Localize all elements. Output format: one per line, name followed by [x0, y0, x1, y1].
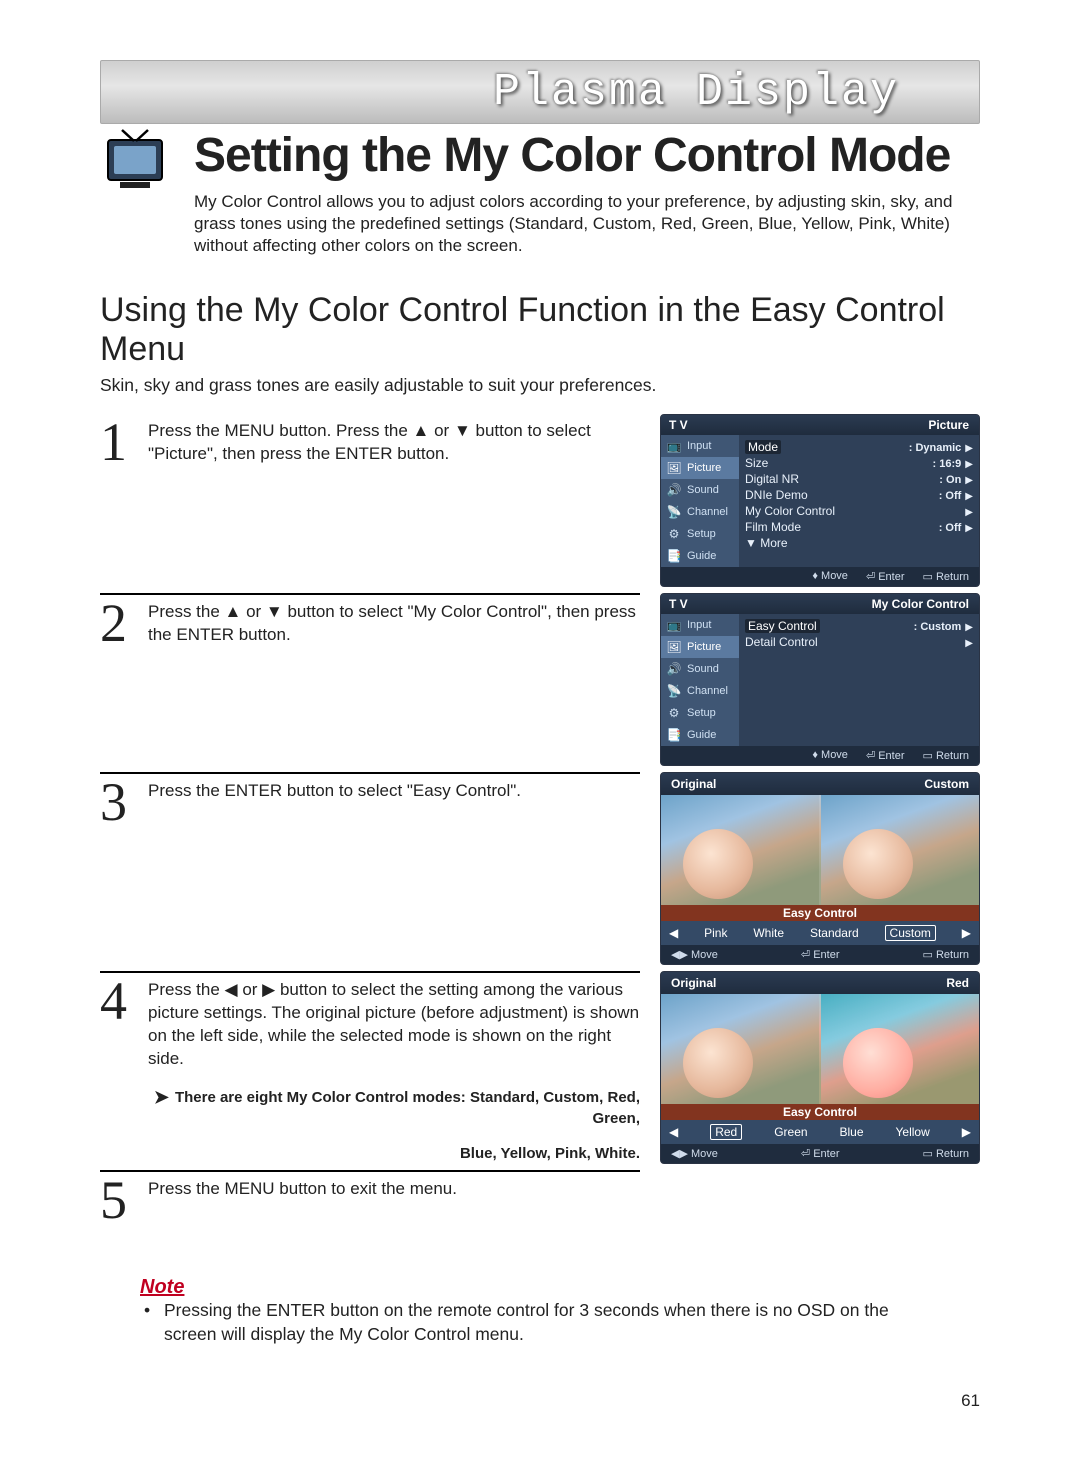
preview-adjusted-image — [819, 994, 979, 1104]
step3-number: 3 — [100, 778, 138, 827]
note-heading: Note — [140, 1276, 980, 1299]
arrow-right-icon: ▶ — [962, 1125, 971, 1139]
osd1-title: Picture — [928, 418, 969, 432]
pv4-bar-title: Easy Control — [661, 1104, 979, 1120]
preview-original-image — [661, 795, 819, 905]
step1-text: Press the MENU button. Press the ▲ or ▼ … — [148, 418, 640, 466]
osd2-left-nav: 📺Input 🖼Picture 🔊Sound 📡Channel ⚙Setup 📑… — [661, 614, 739, 746]
setup-icon: ⚙ — [665, 705, 683, 721]
page-title: Setting the My Color Control Mode — [194, 128, 980, 183]
step5-text: Press the MENU button to exit the menu. — [148, 1176, 640, 1201]
preview-original-image — [661, 994, 819, 1104]
title-row: Setting the My Color Control Mode My Col… — [100, 124, 980, 257]
pv4-right-label: Red — [946, 976, 969, 990]
intro-text: My Color Control allows you to adjust co… — [194, 191, 980, 257]
arrow-right-icon: ▶ — [965, 459, 973, 470]
step-row-4: 4 Press the ◀ or ▶ button to select the … — [100, 971, 980, 1164]
arrow-left-icon: ◀ — [669, 1125, 678, 1139]
channel-icon: 📡 — [665, 683, 683, 699]
step5-number: 5 — [100, 1176, 138, 1225]
section-subintro: Skin, sky and grass tones are easily adj… — [100, 375, 980, 396]
step2-text: Press the ▲ or ▼ button to select "My Co… — [148, 599, 640, 647]
preview-adjusted-image — [819, 795, 979, 905]
osd-mycolor-menu: T V My Color Control 📺Input 🖼Picture 🔊So… — [660, 593, 980, 766]
osd1-left-nav: 📺Input 🖼Picture 🔊Sound 📡Channel ⚙Setup 📑… — [661, 435, 739, 567]
section-subtitle: Using the My Color Control Function in t… — [100, 291, 980, 369]
guide-icon: 📑 — [665, 727, 683, 743]
pv-right-label: Custom — [924, 777, 969, 791]
banner-text: Plasma Display — [493, 67, 899, 118]
step-row-3: 3 Press the ENTER button to select "Easy… — [100, 772, 980, 965]
step4-text: Press the ◀ or ▶ button to select the se… — [148, 977, 640, 1164]
osd-picture-menu: T V Picture 📺Input 🖼Picture 🔊Sound 📡Chan… — [660, 414, 980, 587]
step-row-5: 5 Press the MENU button to exit the menu… — [100, 1170, 980, 1246]
arrow-right-icon: ▶ — [965, 443, 973, 454]
input-icon: 📺 — [665, 617, 683, 633]
step4-number: 4 — [100, 977, 138, 1026]
arrow-right-icon: ▶ — [962, 926, 971, 940]
arrow-right-icon: ▶ — [965, 507, 973, 518]
step1-number: 1 — [100, 418, 138, 467]
osd-easy-preview-red: Original Red Easy Control ◀ Red Green Bl… — [660, 971, 980, 1164]
osd2-options: Easy Control: Custom▶ Detail Control▶ — [739, 614, 979, 746]
channel-icon: 📡 — [665, 504, 683, 520]
tv-icon — [100, 126, 170, 196]
arrow-right-icon: ▶ — [965, 638, 973, 649]
note-arrow-icon: ➤ — [154, 1085, 169, 1109]
osd1-options: Mode: Dynamic▶ Size: 16:9▶ Digital NR: O… — [739, 435, 979, 567]
note-body: Pressing the ENTER button on the remote … — [140, 1299, 944, 1346]
arrow-right-icon: ▶ — [965, 491, 973, 502]
sound-icon: 🔊 — [665, 661, 683, 677]
arrow-right-icon: ▶ — [965, 622, 973, 633]
page-number: 61 — [961, 1391, 980, 1411]
osd-easy-preview-custom: Original Custom Easy Control ◀ Pink Whit… — [660, 772, 980, 965]
step2-number: 2 — [100, 599, 138, 648]
osd1-tv-label: T V — [669, 418, 688, 432]
setup-icon: ⚙ — [665, 526, 683, 542]
pv-bar-title: Easy Control — [661, 905, 979, 921]
picture-icon: 🖼 — [665, 460, 683, 476]
input-icon: 📺 — [665, 438, 683, 454]
title-column: Setting the My Color Control Mode My Col… — [194, 124, 980, 257]
sound-icon: 🔊 — [665, 482, 683, 498]
step-row-2: 2 Press the ▲ or ▼ button to select "My … — [100, 593, 980, 766]
guide-icon: 📑 — [665, 548, 683, 564]
arrow-left-icon: ◀ — [669, 926, 678, 940]
manual-page: Plasma Display Setting the My Color Cont… — [0, 0, 1080, 1473]
arrow-right-icon: ▶ — [965, 523, 973, 534]
pv-left-label: Original — [671, 777, 716, 791]
step3-text: Press the ENTER button to select "Easy C… — [148, 778, 640, 803]
picture-icon: 🖼 — [665, 639, 683, 655]
step-row-1: 1 Press the MENU button. Press the ▲ or … — [100, 414, 980, 587]
osd2-title: My Color Control — [872, 597, 969, 611]
osd2-tv-label: T V — [669, 597, 688, 611]
page-banner: Plasma Display — [100, 60, 980, 124]
arrow-right-icon: ▶ — [965, 475, 973, 486]
pv4-left-label: Original — [671, 976, 716, 990]
